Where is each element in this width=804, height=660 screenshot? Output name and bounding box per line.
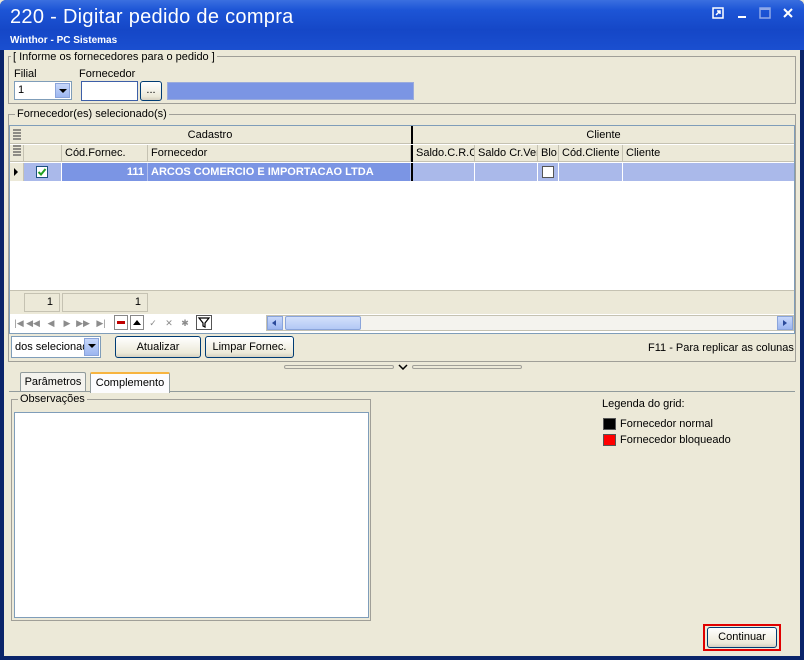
nav-first-icon[interactable]: |◀ — [12, 316, 26, 330]
atualizar-button[interactable]: Atualizar — [115, 336, 201, 358]
col-bloqueado[interactable]: Blo — [538, 145, 559, 162]
maximize-icon[interactable] — [755, 6, 775, 24]
col-cod-fornec[interactable]: Cód.Fornec. — [62, 145, 148, 162]
cell-bloqueado-checkbox[interactable] — [538, 163, 559, 181]
selection-combo-value: dos selecionad — [15, 341, 89, 353]
cell-saldo-crc — [411, 163, 475, 181]
col-check[interactable] — [24, 145, 62, 162]
nav-prev-icon[interactable]: ◀ — [44, 316, 58, 330]
horizontal-scrollbar[interactable] — [266, 315, 794, 331]
grid-menu-icon[interactable] — [10, 145, 24, 162]
selection-combo[interactable]: dos selecionad — [11, 336, 101, 358]
minimize-icon[interactable] — [732, 6, 752, 24]
selected-group-caption: Fornecedor(es) selecionado(s) — [15, 108, 169, 120]
chevron-down-icon[interactable] — [84, 338, 99, 356]
client-area: [ Informe os fornecedores para o pedido … — [4, 50, 800, 656]
nav-next-page-icon[interactable]: ▶▶ — [76, 316, 90, 330]
splitter-handle[interactable] — [284, 363, 522, 371]
filter-icon[interactable] — [196, 315, 212, 330]
continuar-button[interactable]: Continuar — [707, 627, 777, 648]
chevron-down-icon[interactable] — [398, 364, 408, 370]
fornecedor-label: Fornecedor — [79, 68, 136, 80]
close-icon[interactable] — [778, 6, 798, 24]
replicate-hint: F11 - Para replicar as colunas — [648, 342, 794, 354]
limpar-fornec-button[interactable]: Limpar Fornec. — [205, 336, 294, 358]
grid-column-header: Cód.Fornec. Fornecedor Saldo.C.R.C Saldo… — [10, 145, 794, 162]
filial-value: 1 — [18, 84, 25, 96]
table-row[interactable]: 111 ARCOS COMERCIO E IMPORTACAO LTDA — [10, 163, 794, 181]
cell-cod-fornec: 111 — [62, 163, 148, 181]
pin-icon[interactable] — [708, 6, 728, 24]
delete-record-icon[interactable] — [114, 315, 128, 330]
filial-label: Filial — [14, 68, 37, 80]
cell-cod-cliente — [559, 163, 623, 181]
observacoes-caption: Observações — [18, 393, 87, 405]
fornecedor-code-input[interactable] — [81, 81, 138, 101]
tab-parametros[interactable]: Parâmetros — [20, 372, 86, 392]
complemento-page: Observações Legenda do grid: Fornecedor … — [9, 391, 795, 621]
col-saldo-crc[interactable]: Saldo.C.R.C — [411, 145, 475, 162]
grid-navigator: |◀ ◀◀ ◀ ▶ ▶▶ ▶| ✓ ✕ ✱ — [10, 314, 794, 332]
filial-select[interactable]: 1 — [14, 81, 72, 100]
observacoes-textarea[interactable] — [14, 412, 369, 618]
nav-prev-page-icon[interactable]: ◀◀ — [26, 316, 40, 330]
cell-saldo-crven — [475, 163, 538, 181]
post-record-icon[interactable]: ✓ — [146, 316, 160, 330]
scroll-right-icon[interactable] — [777, 316, 793, 330]
scroll-thumb[interactable] — [285, 316, 361, 330]
legend-blocked-swatch — [603, 434, 616, 446]
tab-complemento[interactable]: Complemento — [90, 372, 170, 393]
cancel-record-icon[interactable]: ✕ — [162, 316, 176, 330]
nav-next-icon[interactable]: ▶ — [60, 316, 74, 330]
row-checkbox[interactable] — [24, 163, 62, 181]
grid-band-header: Cadastro Cliente — [10, 126, 794, 144]
cell-cliente — [623, 163, 794, 181]
col-cod-cliente[interactable]: Cód.Cliente — [559, 145, 623, 162]
col-cliente[interactable]: Cliente — [623, 145, 794, 162]
edit-record-icon[interactable] — [130, 315, 144, 330]
fornecedor-name-field — [167, 82, 414, 100]
window-title: 220 - Digitar pedido de compra — [10, 6, 294, 28]
chevron-down-icon[interactable] — [55, 83, 70, 98]
footer-count-left: 1 — [24, 293, 60, 312]
nav-last-icon[interactable]: ▶| — [94, 316, 108, 330]
browse-fornecedor-button[interactable]: ... — [140, 81, 162, 101]
scroll-left-icon[interactable] — [267, 316, 283, 330]
window-subtitle: Winthor - PC Sistemas — [10, 35, 118, 46]
app-window: 220 - Digitar pedido de compra Winthor -… — [0, 0, 804, 660]
row-indicator-icon — [10, 163, 24, 181]
band-cliente: Cliente — [411, 126, 794, 144]
title-bar[interactable]: 220 - Digitar pedido de compra Winthor -… — [0, 0, 804, 50]
legend-blocked-label: Fornecedor bloqueado — [620, 434, 731, 446]
col-saldo-crven[interactable]: Saldo Cr.Ven — [475, 145, 538, 162]
refresh-record-icon[interactable]: ✱ — [178, 316, 192, 330]
legend-title: Legenda do grid: — [602, 398, 685, 410]
fornecedores-group-caption: [ Informe os fornecedores para o pedido … — [11, 51, 217, 63]
legend-normal-swatch — [603, 418, 616, 430]
footer-count-right: 1 — [62, 293, 148, 312]
band-cadastro: Cadastro — [187, 129, 233, 141]
legend-normal-label: Fornecedor normal — [620, 418, 713, 430]
cell-fornecedor: ARCOS COMERCIO E IMPORTACAO LTDA — [148, 163, 411, 181]
col-fornecedor[interactable]: Fornecedor — [148, 145, 411, 162]
grid-footer: 1 1 — [10, 290, 794, 314]
